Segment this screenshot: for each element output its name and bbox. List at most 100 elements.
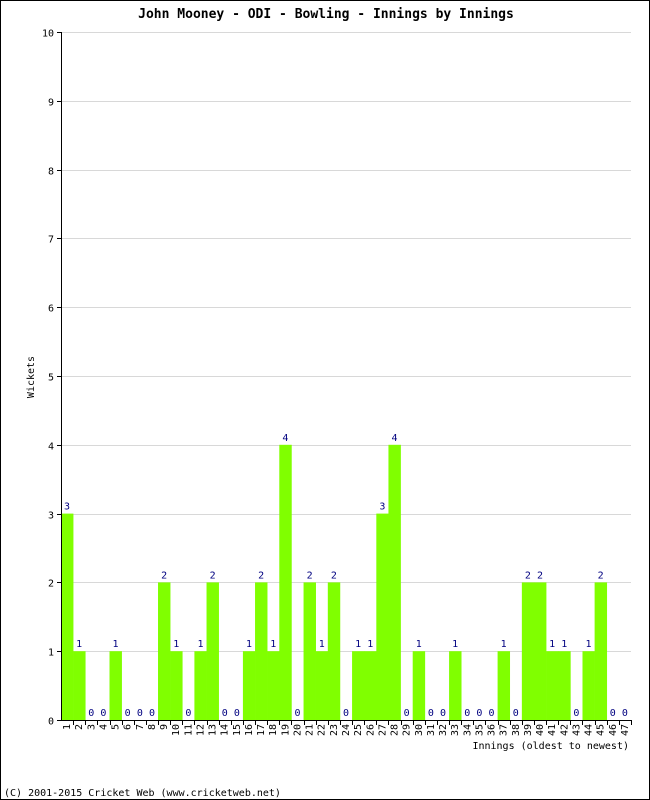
data-label: 4 — [282, 433, 288, 444]
x-tick-label: 3 — [86, 724, 97, 730]
bar — [582, 651, 595, 720]
x-tick-label: 6 — [123, 724, 134, 730]
bar — [109, 651, 122, 720]
x-tick-label: 27 — [377, 724, 388, 736]
y-tick-label: 6 — [48, 304, 54, 315]
data-label: 4 — [391, 433, 397, 444]
data-label: 1 — [501, 639, 507, 650]
bar — [352, 651, 365, 720]
x-tick-label: 41 — [547, 724, 558, 736]
x-tick-label: 29 — [402, 724, 413, 736]
bar — [521, 582, 535, 720]
x-tick-label: 31 — [426, 724, 437, 736]
x-tick-label: 8 — [147, 724, 158, 730]
x-tick-label: 32 — [438, 724, 449, 736]
data-label: 2 — [598, 570, 604, 581]
bar — [364, 651, 377, 720]
data-label: 0 — [428, 708, 434, 719]
x-tick-label: 24 — [341, 724, 352, 736]
x-tick-label: 47 — [620, 724, 631, 736]
y-tick-label: 8 — [48, 167, 54, 178]
data-label: 0 — [573, 708, 579, 719]
bar — [194, 651, 207, 720]
y-tick-label: 9 — [48, 98, 54, 109]
y-tick-label: 10 — [42, 29, 54, 40]
data-label: 0 — [100, 708, 106, 719]
x-tick-label: 38 — [511, 724, 522, 736]
data-label: 0 — [222, 708, 228, 719]
bar — [61, 513, 74, 720]
data-label: 1 — [549, 639, 555, 650]
y-tick-label: 0 — [48, 717, 54, 728]
data-label: 1 — [246, 639, 252, 650]
x-tick-label: 37 — [499, 724, 510, 736]
x-tick-label: 12 — [195, 724, 206, 736]
gridlines — [61, 32, 631, 652]
chart-frame: John Mooney - ODI - Bowling - Innings by… — [0, 0, 650, 800]
bar — [303, 582, 316, 720]
x-tick-label: 36 — [487, 724, 498, 736]
x-tick-label: 2 — [74, 724, 85, 730]
bar — [558, 651, 571, 720]
x-tick-label: 34 — [462, 724, 473, 736]
x-tick-label: 9 — [159, 724, 170, 730]
data-label: 1 — [197, 639, 203, 650]
data-label: 2 — [258, 570, 264, 581]
data-label: 1 — [319, 639, 325, 650]
data-label: 0 — [125, 708, 131, 719]
data-label: 2 — [210, 570, 216, 581]
x-tick-label: 10 — [171, 724, 182, 736]
x-tick-label: 21 — [305, 724, 316, 736]
data-label: 0 — [185, 708, 191, 719]
x-tick-label: 43 — [571, 724, 582, 736]
data-label: 0 — [404, 708, 410, 719]
data-label: 1 — [76, 639, 82, 650]
data-label: 0 — [513, 708, 519, 719]
x-tick-label: 40 — [535, 724, 546, 736]
x-axis-title: Innings (oldest to newest) — [472, 741, 629, 752]
chart-title: John Mooney - ODI - Bowling - Innings by… — [138, 7, 514, 22]
data-label: 0 — [294, 708, 300, 719]
x-tick-label: 25 — [353, 724, 364, 736]
x-tick-label: 33 — [450, 724, 461, 736]
data-label: 2 — [307, 570, 313, 581]
y-tick-label: 5 — [48, 373, 54, 384]
data-label: 1 — [586, 639, 592, 650]
x-tick-label: 13 — [208, 724, 219, 736]
data-label: 2 — [161, 570, 167, 581]
x-tick-label: 28 — [390, 724, 401, 736]
x-tick-label: 4 — [98, 724, 109, 730]
x-tick-label: 15 — [232, 724, 243, 736]
data-label: 0 — [610, 708, 616, 719]
bar — [242, 651, 256, 720]
data-label: 0 — [343, 708, 349, 719]
x-tick-label: 18 — [268, 724, 279, 736]
y-tick-label: 3 — [48, 511, 54, 522]
bar — [546, 651, 559, 720]
bar — [73, 651, 86, 720]
data-label: 0 — [234, 708, 240, 719]
data-label: 2 — [525, 570, 531, 581]
bar — [533, 582, 547, 720]
bar — [376, 513, 389, 720]
data-label: 1 — [452, 639, 458, 650]
x-tick-label: 22 — [317, 724, 328, 736]
bar — [170, 651, 183, 720]
x-tick-label: 7 — [135, 724, 146, 730]
bar — [594, 582, 608, 720]
x-tick-label: 11 — [183, 724, 194, 736]
data-label: 0 — [440, 708, 446, 719]
x-tick-label: 35 — [474, 724, 485, 736]
data-label: 0 — [137, 708, 143, 719]
x-tick-label: 1 — [62, 724, 73, 730]
x-tick-label: 5 — [111, 724, 122, 730]
data-label: 0 — [149, 708, 155, 719]
data-label: 1 — [355, 639, 361, 650]
data-label: 1 — [113, 639, 119, 650]
bar — [497, 651, 511, 720]
y-tick-label: 7 — [48, 235, 54, 246]
x-tick-label: 16 — [244, 724, 255, 736]
bar — [206, 582, 219, 720]
data-label: 0 — [88, 708, 94, 719]
x-tick-label: 14 — [220, 724, 231, 736]
